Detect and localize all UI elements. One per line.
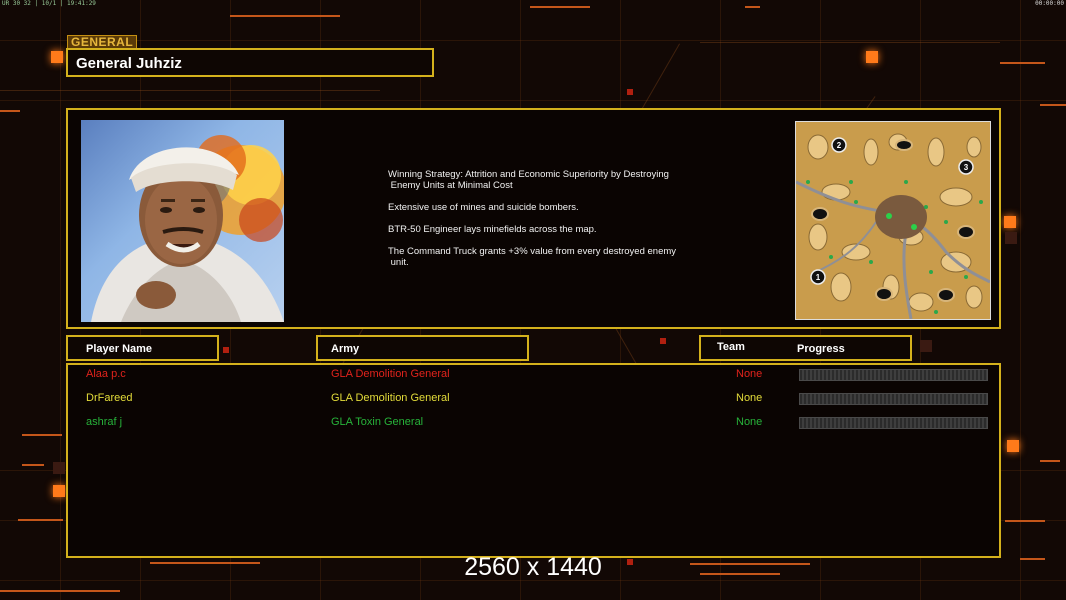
map-preview: 2 3 1 [795,121,991,320]
general-portrait [81,120,284,322]
description-line: The Command Truck grants +3% value from … [388,246,677,268]
description-line: Extensive use of mines and suicide bombe… [388,202,579,213]
description-line: BTR-50 Engineer lays minefields across t… [388,224,597,235]
player-army: GLA Demolition General [331,392,450,404]
start-position-label: 2 [837,141,842,150]
player-name: ashraf j [86,416,123,428]
player-name: Alaa p.c [86,368,126,380]
start-position-label: 1 [816,273,821,282]
player-team: None [736,416,763,428]
player-army: GLA Toxin General [331,416,424,428]
player-list: Alaa p.c GLA Demolition General None DrF… [66,363,1001,558]
player-name: DrFareed [86,392,133,404]
player-row: DrFareed GLA Demolition General None [68,391,999,407]
header-team-label: Team [717,341,745,353]
header-player-name: Player Name [66,335,219,361]
resolution-caption: 2560 x 1440 [464,553,602,581]
header-player-name-label: Player Name [86,343,153,355]
timer-readout: 00:00:00 [1035,0,1064,7]
general-info-panel: Winning Strategy: Attrition and Economic… [66,108,1001,329]
player-progress-bar [799,417,988,429]
general-description: Winning Strategy: Attrition and Economic… [388,169,708,279]
player-army: GLA Demolition General [331,368,450,380]
top-status-bar: UR 30 32 | 10/1 | 19:41:29 00:00:00 [0,0,1066,8]
player-row: ashraf j GLA Toxin General None [68,415,999,431]
player-team: None [736,368,763,380]
general-name: General Juhziz [76,55,182,72]
description-line: Winning Strategy: Attrition and Economic… [388,169,669,191]
header-progress-label: Progress [797,343,845,355]
header-army-label: Army [331,343,360,355]
player-progress-bar [799,369,988,381]
general-title-box: General Juhziz [66,48,434,77]
start-position-label: 3 [964,163,969,172]
player-progress-bar [799,393,988,405]
player-team: None [736,392,763,404]
header-army: Army [316,335,529,361]
header-team-progress: Team Progress [699,335,912,361]
general-tag: GENERAL [67,35,138,49]
status-readout: UR 30 32 | 10/1 | 19:41:29 [2,0,96,7]
player-row: Alaa p.c GLA Demolition General None [68,367,999,383]
